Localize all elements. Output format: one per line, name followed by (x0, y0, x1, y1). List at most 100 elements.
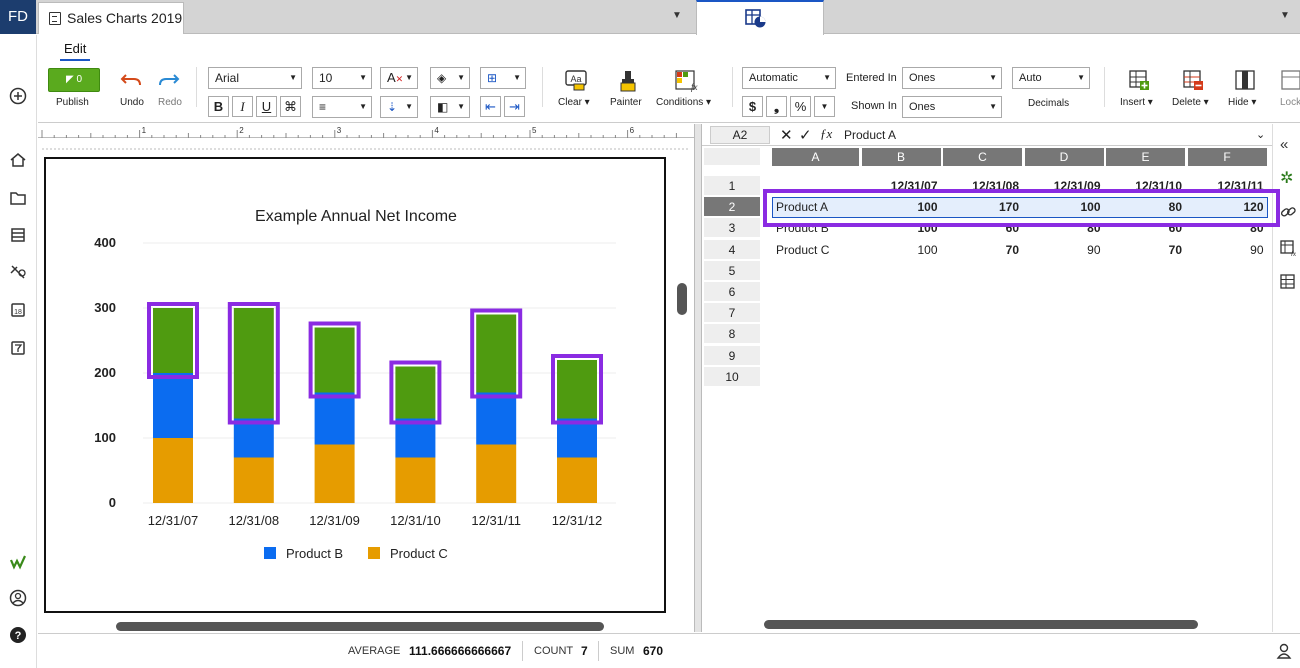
clear-button[interactable]: Clear ▾ (558, 97, 590, 108)
publish-button[interactable]: ◤ 0 (48, 68, 100, 92)
painter-label[interactable]: Painter (610, 97, 642, 108)
currency-button[interactable]: $ (742, 96, 763, 117)
bar-segment[interactable] (395, 366, 436, 419)
tab-sales-charts[interactable]: Sales Charts 2019 (38, 2, 184, 34)
tab-sheet-chart[interactable] (696, 0, 824, 35)
hide-icon[interactable] (1234, 69, 1256, 94)
collapse-icon[interactable]: « (1280, 136, 1288, 153)
number-more-button[interactable]: ▼ (814, 96, 835, 117)
hide-button[interactable]: Hide ▾ (1228, 97, 1256, 108)
chevron-down-icon[interactable]: ▼ (672, 10, 682, 21)
row-header[interactable]: 7 (704, 303, 760, 324)
bar-segment[interactable] (153, 438, 193, 503)
app-logo[interactable]: FD (0, 0, 36, 34)
font-family-select[interactable]: Arial ▼ (208, 67, 302, 89)
cell-style-select[interactable]: ◧ ▼ (430, 96, 470, 118)
confirm-icon[interactable]: ✓ (799, 126, 812, 144)
fill-color-select[interactable]: ◈ ▼ (430, 67, 470, 89)
valign-select[interactable]: ⇣ ▼ (380, 96, 418, 118)
borders-select[interactable]: ⊞ ▼ (480, 67, 526, 89)
decimals-select[interactable]: Auto ▼ (1012, 67, 1090, 89)
conditions-icon[interactable]: fx (674, 69, 698, 96)
bar-segment[interactable] (233, 457, 274, 504)
align-select[interactable]: ≡ ▼ (312, 96, 372, 118)
bar-segment[interactable] (557, 457, 597, 504)
bar-segment[interactable] (476, 444, 517, 504)
undo-icon[interactable] (120, 71, 142, 90)
data-cell[interactable]: Product C (776, 240, 860, 260)
number-format-select[interactable]: Automatic ▼ (742, 67, 836, 89)
pane-splitter[interactable] (694, 124, 702, 632)
gear-icon[interactable]: ✲ (1280, 168, 1293, 188)
row-header[interactable]: 9 (704, 345, 760, 366)
row-header[interactable]: 10 (704, 366, 760, 387)
row-header[interactable]: 6 (704, 282, 760, 302)
bar-segment[interactable] (476, 392, 517, 445)
add-circle-icon[interactable] (9, 87, 27, 105)
column-header[interactable]: F (1187, 148, 1268, 166)
underline-button[interactable]: U (256, 96, 277, 117)
data-cell[interactable]: 70 (1106, 240, 1182, 260)
reports-icon[interactable] (9, 226, 27, 244)
horizontal-scrollbar-document[interactable] (116, 622, 604, 631)
outdent-icon[interactable]: ⇤ (480, 96, 501, 117)
format-painter-icon[interactable] (616, 69, 640, 96)
delete-icon[interactable] (1182, 69, 1204, 94)
table-icon[interactable] (1280, 274, 1296, 293)
bar-segment[interactable] (557, 360, 597, 419)
row-header[interactable]: 5 (704, 260, 760, 281)
redo-label[interactable]: Redo (158, 97, 182, 108)
column-header[interactable]: C (943, 148, 1023, 166)
chevron-down-icon[interactable]: ⌄ (1256, 128, 1265, 141)
help-icon[interactable]: ? (9, 626, 27, 644)
chart[interactable]: Example Annual Net Income 0 100 200 300 400 12… (46, 159, 664, 611)
cancel-icon[interactable]: ✕ (780, 126, 793, 144)
lock-label[interactable]: Lock (1280, 97, 1300, 108)
bold-button[interactable]: B (208, 96, 229, 117)
horizontal-scrollbar-sheet[interactable] (764, 620, 1198, 629)
data-cell[interactable]: 90 (1025, 240, 1100, 260)
data-cell[interactable]: 100 (862, 240, 937, 260)
cell-reference[interactable]: A2 (710, 126, 770, 144)
indent-icon[interactable]: ⇥ (504, 96, 525, 117)
clear-format-icon[interactable]: Aa (564, 69, 588, 96)
user-circle-icon[interactable] (9, 589, 27, 607)
bar-segment[interactable] (314, 327, 355, 393)
link-icon[interactable] (1280, 204, 1296, 223)
data-cell[interactable]: 70 (943, 240, 1019, 260)
legend-label[interactable]: Product C (390, 546, 448, 561)
row-header[interactable]: 3 (704, 218, 760, 239)
strikethrough-icon[interactable]: ⌘ (280, 96, 301, 117)
bar-segment[interactable] (153, 373, 193, 438)
undo-label[interactable]: Undo (120, 97, 144, 108)
italic-button[interactable]: I (232, 96, 253, 117)
row-header[interactable]: 4 (704, 239, 760, 260)
workiva-icon[interactable] (9, 553, 27, 571)
entered-in-select[interactable]: Ones ▼ (902, 67, 1002, 89)
column-header[interactable]: D (1024, 148, 1105, 166)
bar-segment[interactable] (153, 308, 193, 373)
column-header[interactable]: B (861, 148, 942, 166)
insert-button[interactable]: Insert ▾ (1120, 97, 1153, 108)
row-header[interactable]: 8 (704, 324, 760, 345)
conditions-button[interactable]: Conditions ▾ (656, 97, 711, 108)
data-cell[interactable]: 90 (1188, 240, 1263, 260)
folder-icon[interactable] (9, 189, 27, 207)
filter-box-icon[interactable] (9, 339, 27, 357)
text-color-select[interactable]: A✕ ▼ (380, 67, 418, 89)
insert-icon[interactable] (1128, 69, 1150, 94)
bar-segment[interactable] (314, 444, 355, 504)
bar-segment[interactable] (233, 308, 274, 419)
formula-input[interactable]: Product A (844, 128, 896, 142)
comma-button[interactable]: ❟ (766, 96, 787, 117)
tab-edit[interactable]: Edit (64, 41, 86, 56)
redo-icon[interactable] (158, 71, 180, 90)
column-header[interactable]: E (1106, 148, 1186, 166)
shown-in-select[interactable]: Ones ▼ (902, 96, 1002, 118)
font-size-select[interactable]: 10 ▼ (312, 67, 372, 89)
legend-label[interactable]: Product B (286, 546, 343, 561)
user-icon[interactable] (1276, 643, 1292, 662)
percent-tools-icon[interactable] (9, 263, 27, 281)
home-icon[interactable] (9, 151, 27, 169)
column-header[interactable]: A (772, 148, 860, 166)
